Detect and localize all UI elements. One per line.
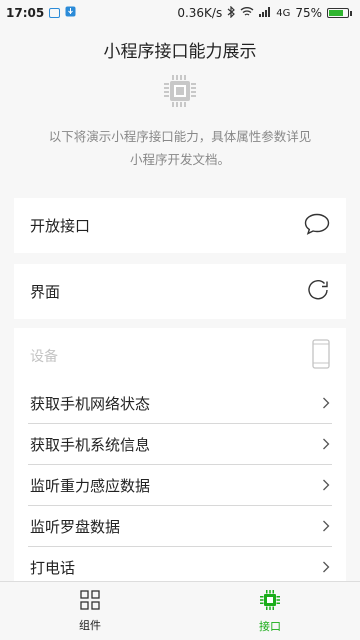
chevron-right-icon: [323, 438, 330, 450]
list-item-compass[interactable]: 监听罗盘数据: [28, 506, 332, 547]
tab-bar: 组件 接口: [0, 581, 360, 640]
chip-icon: [162, 73, 198, 109]
device-group: 设备 获取手机网络状态 获取手机系统信息 监听重力感应数据 监听罗盘数据 打电话: [14, 328, 346, 588]
list-item-network-status[interactable]: 获取手机网络状态: [28, 383, 332, 424]
network-speed: 0.36K/s: [177, 6, 223, 20]
interface-label: 界面: [30, 283, 61, 301]
battery-icon: [327, 8, 352, 18]
device-group-label: 设备: [30, 348, 58, 365]
device-group-header[interactable]: 设备: [14, 328, 346, 383]
bluetooth-icon: [227, 5, 236, 21]
tab-components-label: 组件: [79, 618, 101, 632]
page-description: 以下将演示小程序接口能力，具体属性参数详见 小程序开发文档。: [48, 129, 312, 167]
page-header: 小程序接口能力展示 以下将演示小程序接口能力，具体属性参数详见 小程序开发文档。: [0, 26, 360, 171]
usb-icon: [65, 6, 76, 20]
status-bar: 17:05 0.36K/s 4G 75%: [0, 0, 360, 26]
chat-bubble-icon: [304, 213, 330, 239]
clock: 17:05: [6, 6, 45, 20]
list-item-system-info[interactable]: 获取手机系统信息: [28, 424, 332, 465]
phone-icon: [312, 338, 330, 373]
tab-api-label: 接口: [259, 619, 281, 633]
notification-icon: [49, 8, 61, 18]
tab-components[interactable]: 组件: [0, 582, 180, 640]
page-title: 小程序接口能力展示: [103, 42, 257, 62]
refresh-icon: [306, 278, 330, 306]
open-api-label: 开放接口: [30, 217, 91, 235]
open-api-card[interactable]: 开放接口: [14, 198, 346, 253]
interface-card[interactable]: 界面: [14, 264, 346, 319]
chevron-right-icon: [323, 397, 330, 409]
grid-icon: [80, 589, 100, 613]
battery-percent: 75%: [295, 6, 322, 20]
chevron-right-icon: [323, 520, 330, 532]
network-type: 4G: [276, 7, 291, 19]
list-item-accelerometer[interactable]: 监听重力感应数据: [28, 465, 332, 506]
wifi-icon: [240, 6, 254, 20]
signal-icon: [259, 6, 271, 20]
tab-api[interactable]: 接口: [180, 582, 360, 640]
chevron-right-icon: [323, 561, 330, 573]
chevron-right-icon: [323, 479, 330, 491]
chip-icon: [259, 589, 281, 614]
